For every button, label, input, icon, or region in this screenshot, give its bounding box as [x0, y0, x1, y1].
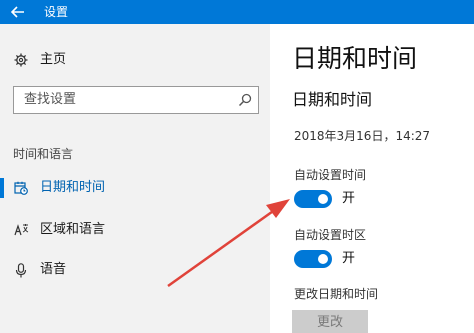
sidebar-item-home[interactable]: 主页 [0, 42, 270, 78]
search-icon[interactable] [238, 93, 252, 107]
calendar-clock-icon [13, 180, 29, 196]
sidebar-item-label: 主页 [40, 52, 67, 67]
sidebar-item-label: 日期和时间 [40, 180, 106, 195]
gear-icon [13, 52, 29, 68]
back-arrow-icon [11, 6, 24, 18]
sidebar: 主页 查找设置 时间和语言 日期和时间 区域和语言 语音 [0, 24, 270, 333]
change-datetime-label: 更改日期和时间 [294, 287, 379, 301]
section-header: 时间和语言 [13, 147, 74, 161]
sidebar-item-label: 语音 [40, 262, 67, 277]
section-title: 日期和时间 [292, 90, 373, 109]
auto-time-state: 开 [342, 191, 356, 206]
active-indicator [0, 178, 4, 198]
back-button[interactable] [0, 0, 36, 24]
sidebar-item-region-language[interactable]: 区域和语言 [0, 212, 270, 248]
title-bar: 设置 [0, 0, 474, 24]
toggle-knob [318, 194, 328, 204]
window-title: 设置 [44, 5, 69, 19]
current-datetime: 2018年3月16日，14:27 [294, 129, 431, 143]
sidebar-item-label: 区域和语言 [40, 222, 106, 237]
language-icon [13, 222, 29, 238]
auto-timezone-state: 开 [342, 251, 356, 266]
auto-time-label: 自动设置时间 [294, 168, 367, 182]
sidebar-item-date-time[interactable]: 日期和时间 [0, 170, 270, 206]
sidebar-item-speech[interactable]: 语音 [0, 252, 270, 288]
page-title: 日期和时间 [292, 44, 418, 73]
auto-timezone-label: 自动设置时区 [294, 228, 367, 242]
search-placeholder: 查找设置 [24, 92, 77, 107]
main-content: 日期和时间 日期和时间 2018年3月16日，14:27 自动设置时间 开 自动… [270, 24, 474, 333]
microphone-icon [13, 262, 29, 278]
toggle-knob [318, 254, 328, 264]
change-button[interactable]: 更改 [292, 310, 368, 333]
search-input[interactable]: 查找设置 [13, 86, 259, 114]
auto-time-toggle[interactable] [294, 190, 332, 208]
auto-timezone-toggle[interactable] [294, 250, 332, 268]
